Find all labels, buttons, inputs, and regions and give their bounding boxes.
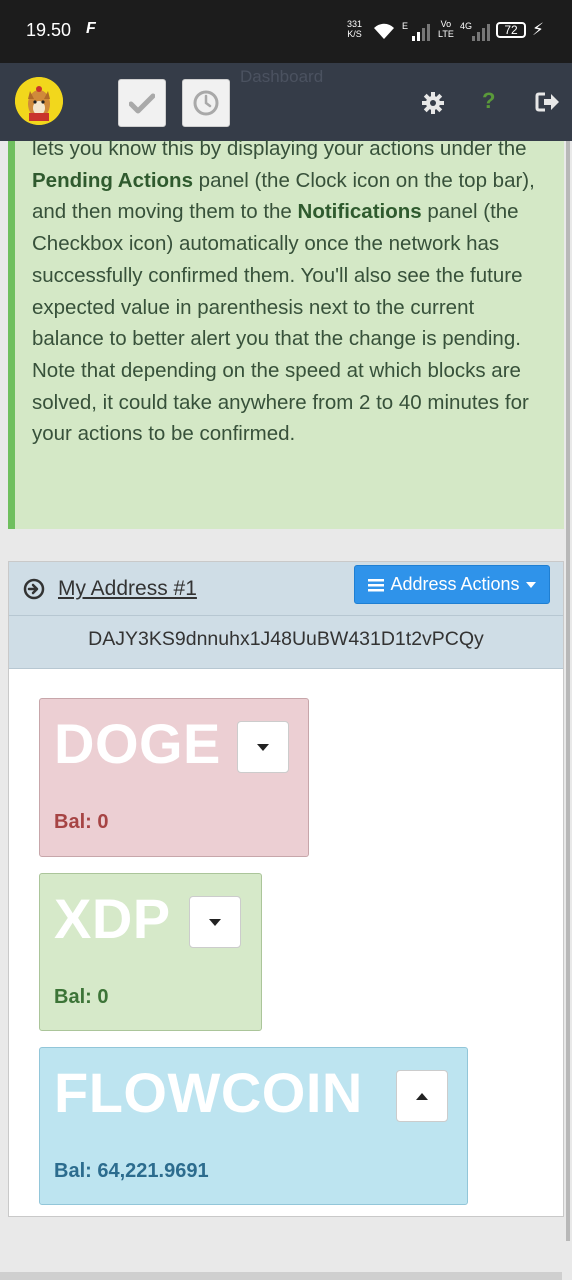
coin-balance: Bal: 0	[54, 811, 109, 833]
coin-toggle-button[interactable]	[237, 721, 289, 773]
arrow-circle-right-icon	[23, 578, 45, 600]
network-speed: 331 K/S	[347, 19, 362, 39]
flash-icon: F	[86, 20, 96, 37]
coin-toggle-button[interactable]	[189, 896, 241, 948]
pending-actions-label: Pending Actions	[32, 168, 193, 192]
wifi-icon	[372, 22, 396, 44]
battery-indicator: 72	[496, 22, 526, 38]
doge-logo-icon	[15, 77, 63, 125]
coin-card-doge: DOGE Bal: 0	[39, 698, 309, 857]
status-time: 19.50	[26, 20, 72, 40]
next-panel-edge	[0, 1272, 562, 1280]
caret-down-icon	[209, 918, 221, 926]
clock-icon	[193, 90, 219, 116]
caret-down-icon	[257, 743, 269, 751]
signal-e-icon: E	[402, 20, 432, 46]
address-value: DAJY3KS9dnnuhx1J48UuBW431D1t2vPCQy	[88, 628, 484, 650]
page-title: Dashboard	[240, 67, 324, 86]
gear-icon	[422, 92, 444, 114]
caret-up-icon	[416, 1092, 428, 1100]
address-name-link[interactable]: My Address #1	[58, 577, 197, 601]
coin-balance: Bal: 64,221.9691	[54, 1160, 209, 1182]
logout-icon	[535, 92, 559, 112]
notifications-label: Notifications	[297, 200, 422, 224]
address-header: My Address #1 Address Actions DAJY3KS9dn…	[9, 562, 563, 669]
coin-balance: Bal: 0	[54, 986, 109, 1008]
volte-bottom-label: LTE	[438, 29, 454, 39]
signal-4g-icon: 4G	[460, 20, 492, 46]
network-speed-unit: K/S	[347, 29, 362, 39]
volte-top-label: Vo	[440, 19, 452, 29]
caret-down-icon	[525, 581, 536, 588]
coin-card-xdp: XDP Bal: 0	[39, 873, 262, 1031]
coin-symbol: FLOWCOIN	[54, 1061, 363, 1124]
help-button[interactable]: ?	[482, 88, 495, 114]
menu-icon	[368, 578, 385, 591]
address-actions-label: Address Actions	[390, 574, 520, 594]
checkmark-icon	[129, 93, 155, 114]
scrollbar[interactable]	[566, 141, 570, 1241]
info-text-part3: panel (the Checkbox icon) automatically …	[32, 200, 529, 446]
coin-symbol: DOGE	[54, 712, 221, 775]
logout-button[interactable]	[535, 91, 561, 113]
app-topbar: Dashboard ?	[0, 63, 572, 141]
settings-button[interactable]	[421, 91, 445, 115]
coin-card-flowcoin: FLOWCOIN Bal: 64,221.9691	[39, 1047, 468, 1205]
network-e-label: E	[402, 21, 408, 31]
info-text-part1: lets you know this by displaying your ac…	[32, 137, 527, 160]
network-speed-value: 331	[347, 19, 363, 29]
address-panel: My Address #1 Address Actions DAJY3KS9dn…	[8, 561, 564, 1217]
address-divider	[9, 615, 563, 616]
app-logo[interactable]	[15, 77, 63, 125]
notifications-button[interactable]	[118, 79, 166, 127]
status-bar: 19.50 F 331 K/S E Vo LTE 4G 72 ⚡	[0, 0, 572, 63]
coin-symbol: XDP	[54, 887, 171, 950]
volte-icon: Vo LTE	[438, 19, 454, 39]
pending-actions-button[interactable]	[182, 79, 230, 127]
address-actions-button[interactable]: Address Actions	[354, 565, 550, 604]
coin-toggle-button[interactable]	[396, 1070, 448, 1122]
pending-info-panel: lets you know this by displaying your ac…	[8, 137, 564, 529]
network-4g-label: 4G	[460, 21, 472, 31]
charging-icon: ⚡	[532, 20, 544, 40]
info-text: lets you know this by displaying your ac…	[32, 133, 544, 450]
